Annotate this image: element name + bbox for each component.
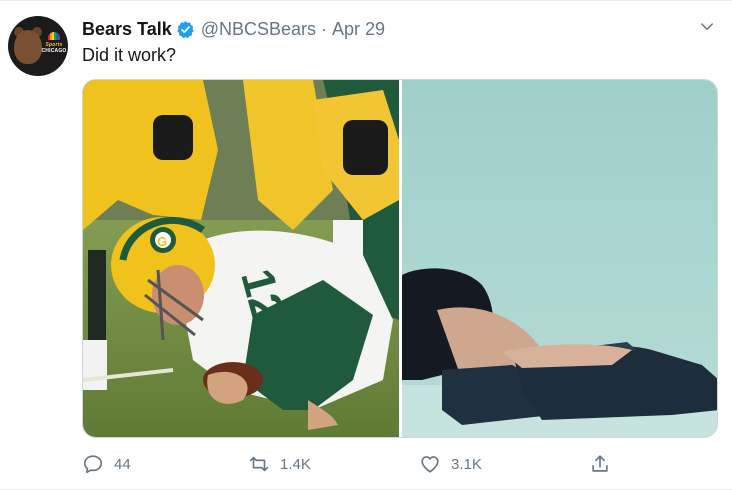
- retweet-count: 1.4K: [280, 455, 311, 473]
- display-name[interactable]: Bears Talk: [82, 19, 172, 40]
- dancer-illustration: [402, 80, 717, 437]
- separator-dot: ·: [321, 18, 328, 39]
- tweet-date[interactable]: Apr 29: [332, 19, 385, 40]
- svg-text:G: G: [157, 234, 167, 249]
- tweet-header: Bears Talk @NBCSBears · Apr 29: [82, 18, 385, 40]
- tweet-text: Did it work?: [82, 45, 177, 65]
- retweet-button[interactable]: 1.4K: [248, 451, 311, 477]
- divider: [0, 0, 732, 1]
- football-photo[interactable]: 12 G: [83, 80, 399, 437]
- bear-mascot: [14, 30, 42, 64]
- avatar[interactable]: Sports CHICAGO: [8, 16, 68, 76]
- dancer-photo[interactable]: [402, 80, 717, 437]
- chevron-down-icon[interactable]: [698, 18, 716, 36]
- action-bar: 44 1.4K 3.1K: [82, 451, 642, 477]
- share-icon: [592, 455, 608, 472]
- share-button[interactable]: [589, 451, 621, 477]
- quarterback-illustration: 12 G: [83, 80, 399, 437]
- peacock-logo-icon: [48, 32, 60, 40]
- heart-icon: [421, 456, 439, 473]
- like-button[interactable]: 3.1K: [419, 451, 482, 477]
- like-count: 3.1K: [451, 455, 482, 473]
- reply-count: 44: [114, 455, 131, 473]
- network-logo: Sports CHICAGO: [41, 42, 67, 54]
- reply-button[interactable]: 44: [82, 451, 131, 477]
- media-grid[interactable]: 12 G: [82, 79, 718, 438]
- tweet-card[interactable]: Sports CHICAGO Bears Talk @NBCSBears · A…: [0, 0, 732, 490]
- reply-icon: [83, 455, 103, 474]
- user-handle[interactable]: @NBCSBears: [201, 19, 316, 40]
- verified-badge-icon: [176, 20, 194, 38]
- retweet-icon: [249, 456, 269, 472]
